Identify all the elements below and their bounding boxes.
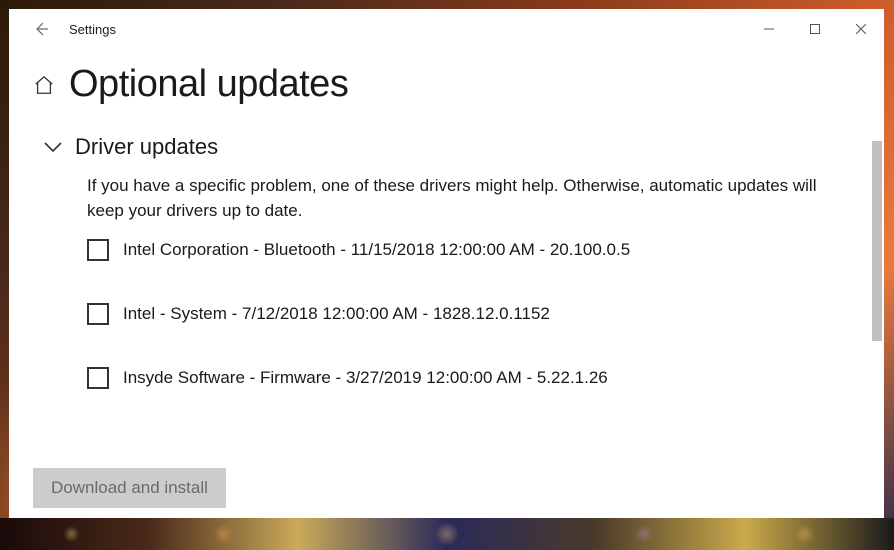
update-item[interactable]: Insyde Software - Firmware - 3/27/2019 1… [87,367,860,389]
section-header-driver-updates[interactable]: Driver updates [43,134,860,160]
update-checkbox[interactable] [87,303,109,325]
update-item[interactable]: Intel Corporation - Bluetooth - 11/15/20… [87,239,860,261]
update-item[interactable]: Intel - System - 7/12/2018 12:00:00 AM -… [87,303,860,325]
window-controls [746,9,884,49]
page-title: Optional updates [69,63,348,106]
scrollbar-track[interactable] [870,51,884,518]
close-button[interactable] [838,9,884,49]
section-description: If you have a specific problem, one of t… [87,174,850,223]
update-label: Intel Corporation - Bluetooth - 11/15/20… [123,240,630,260]
update-checkbox[interactable] [87,367,109,389]
content-area: Optional updates Driver updates If you h… [9,49,884,518]
desktop-background-strip [0,518,894,550]
back-button[interactable] [21,9,61,49]
settings-window: Settings Optional updates [9,9,884,518]
update-label: Intel - System - 7/12/2018 12:00:00 AM -… [123,304,550,324]
chevron-down-icon [43,140,63,154]
download-install-button[interactable]: Download and install [33,468,226,508]
update-label: Insyde Software - Firmware - 3/27/2019 1… [123,368,608,388]
page-header: Optional updates [33,63,860,106]
section-title: Driver updates [75,134,218,160]
back-arrow-icon [33,21,49,37]
app-title: Settings [69,22,116,37]
update-list: Intel Corporation - Bluetooth - 11/15/20… [87,239,860,389]
home-button[interactable] [33,74,55,96]
update-checkbox[interactable] [87,239,109,261]
minimize-icon [764,24,774,34]
close-icon [856,24,866,34]
scrollbar-thumb[interactable] [872,141,882,341]
minimize-button[interactable] [746,9,792,49]
titlebar: Settings [9,9,884,49]
maximize-button[interactable] [792,9,838,49]
home-icon [33,74,55,96]
maximize-icon [810,24,820,34]
